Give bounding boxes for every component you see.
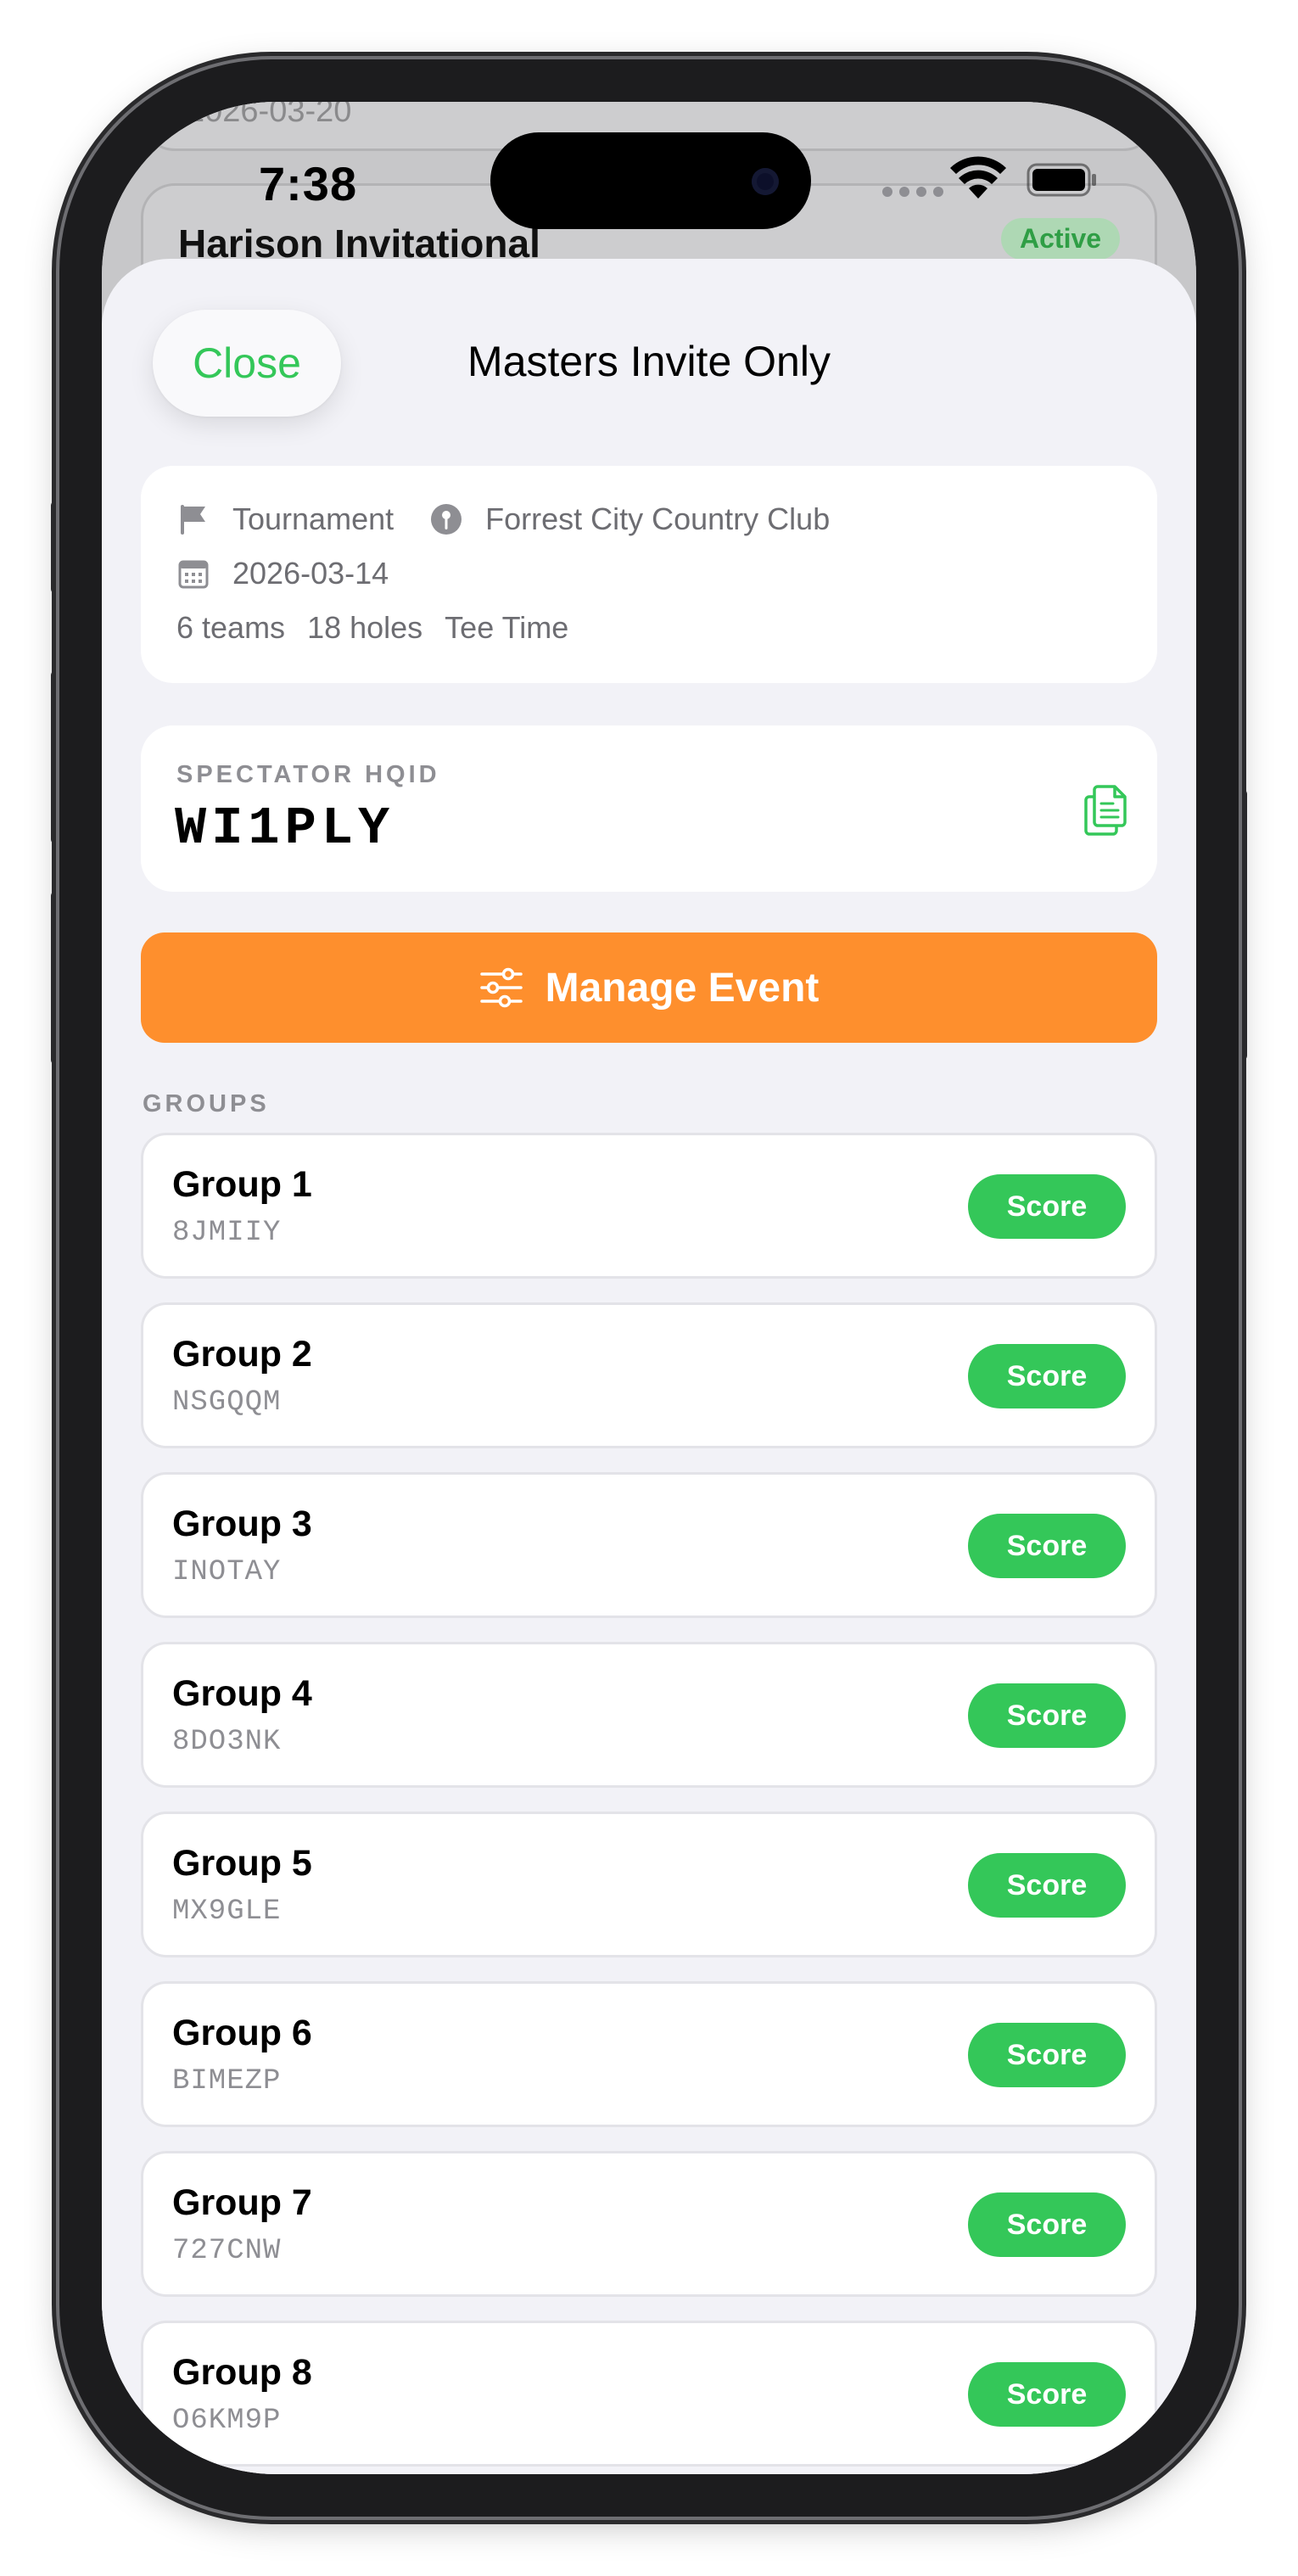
manage-event-button[interactable]: Manage Event <box>141 932 1157 1043</box>
flag-icon <box>181 505 205 535</box>
group-name: Group 7 <box>172 2182 312 2223</box>
spectator-hqid-code: WI1PLY <box>175 798 395 859</box>
score-button[interactable]: Score <box>968 1683 1126 1748</box>
calendar-icon <box>178 560 209 589</box>
group-name: Group 5 <box>172 1843 312 1884</box>
status-time: 7:38 <box>259 157 358 210</box>
camera-icon <box>752 168 779 195</box>
group-code: NSGQQM <box>172 1386 282 1419</box>
group-code: 727CNW <box>172 2235 282 2267</box>
group-row[interactable]: Group 7 727CNW Score <box>141 2151 1157 2297</box>
event-format: Tee Time <box>445 610 569 645</box>
group-name: Group 8 <box>172 2352 312 2393</box>
copy-icon[interactable] <box>1083 783 1130 836</box>
sheet-title: Masters Invite Only <box>467 338 831 385</box>
event-date: 2026-03-14 <box>232 556 389 591</box>
event-type: Tournament <box>232 501 394 536</box>
groups-section-header: GROUPS <box>143 1090 270 1117</box>
location-pin-icon <box>431 504 462 535</box>
group-row[interactable]: Group 5 MX9GLE Score <box>141 1812 1157 1957</box>
group-code: BIMEZP <box>172 2065 282 2097</box>
score-button[interactable]: Score <box>968 1514 1126 1578</box>
info-row-type-course: Tournament Forrest City Country Club <box>176 501 830 537</box>
spectator-hqid-card: SPECTATOR HQID WI1PLY <box>141 725 1157 892</box>
event-info-card: Tournament Forrest City Country Club 202… <box>141 466 1157 683</box>
group-row[interactable]: Group 6 BIMEZP Score <box>141 1981 1157 2127</box>
score-button[interactable]: Score <box>968 2192 1126 2257</box>
group-name: Group 3 <box>172 1504 312 1544</box>
group-code: 8DO3NK <box>172 1726 282 1758</box>
dynamic-island <box>490 132 811 229</box>
score-button[interactable]: Score <box>968 1344 1126 1408</box>
group-code: INOTAY <box>172 1556 282 1588</box>
group-row[interactable]: Group 8 O6KM9P Score <box>141 2321 1157 2467</box>
group-row[interactable]: Group 3 INOTAY Score <box>141 1472 1157 1618</box>
group-row[interactable]: Group 4 8DO3NK Score <box>141 1642 1157 1788</box>
event-detail-sheet: Close Masters Invite Only Tournament For… <box>102 259 1196 2474</box>
score-button[interactable]: Score <box>968 1174 1126 1239</box>
score-button[interactable]: Score <box>968 1853 1126 1918</box>
course-name: Forrest City Country Club <box>485 501 831 536</box>
group-name: Group 2 <box>172 1334 312 1375</box>
holes-count: 18 holes <box>307 610 423 645</box>
group-name: Group 1 <box>172 1164 312 1205</box>
cellular-signal-icon <box>882 187 943 197</box>
group-name: Group 6 <box>172 2013 312 2053</box>
group-row[interactable]: Group 2 NSGQQM Score <box>141 1302 1157 1448</box>
spectator-hqid-label: SPECTATOR HQID <box>176 761 440 788</box>
score-button[interactable]: Score <box>968 2023 1126 2087</box>
group-name: Group 4 <box>172 1673 312 1714</box>
info-row-date: 2026-03-14 <box>176 556 389 591</box>
group-code: MX9GLE <box>172 1896 282 1928</box>
group-row[interactable]: Group 1 8JMIIY Score <box>141 1133 1157 1279</box>
screen: 2026-03-20 Harison Invitational Active 7… <box>102 102 1196 2474</box>
group-code: O6KM9P <box>172 2405 282 2437</box>
score-button[interactable]: Score <box>968 2362 1126 2427</box>
manage-event-label: Manage Event <box>545 965 820 1011</box>
background-date: 2026-03-20 <box>187 102 352 129</box>
phone-frame: 2026-03-20 Harison Invitational Active 7… <box>59 59 1239 2517</box>
wifi-icon <box>950 156 1006 199</box>
battery-icon <box>1027 163 1096 197</box>
status-badge: Active <box>1001 218 1121 260</box>
teams-count: 6 teams <box>176 610 286 645</box>
info-row-stats: 6 teams 18 holes Tee Time <box>176 610 590 646</box>
group-code: 8JMIIY <box>172 1217 282 1249</box>
sliders-icon <box>479 967 523 1008</box>
